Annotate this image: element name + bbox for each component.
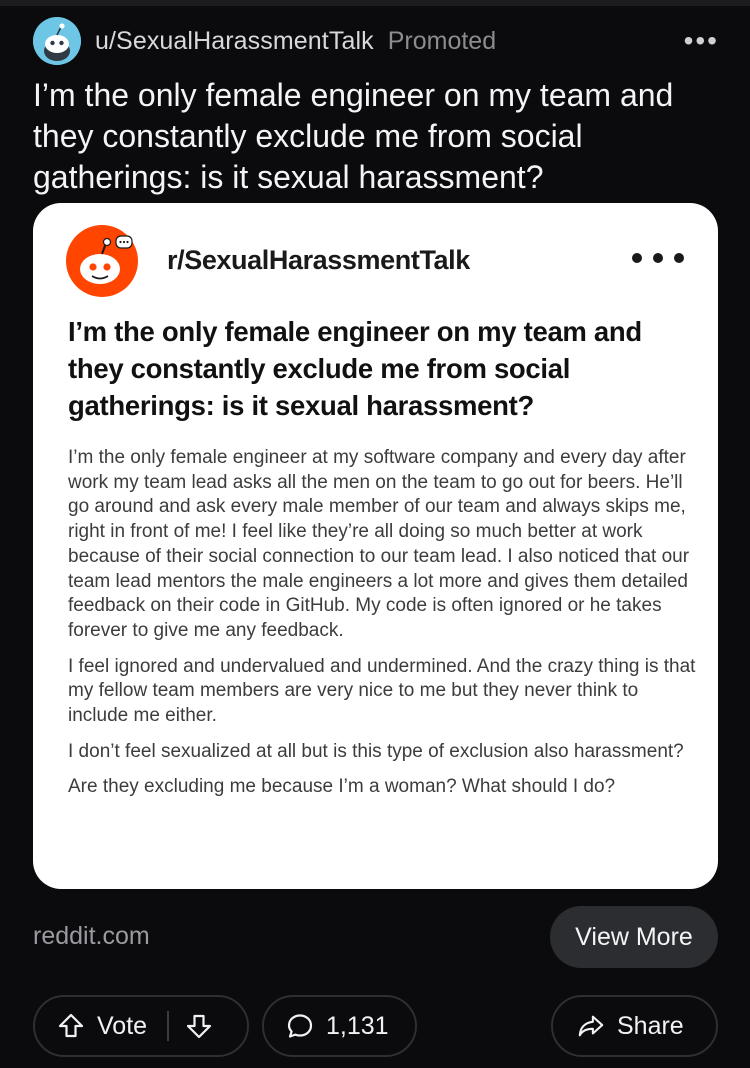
card-paragraph: I feel ignored and undervalued and under… — [68, 655, 696, 727]
card-paragraph: I’m the only female engineer at my softw… — [68, 447, 690, 641]
comment-count: 1,131 — [326, 1011, 389, 1040]
subreddit-name: r/SexualHarassmentTalk — [167, 245, 470, 275]
link-domain[interactable]: reddit.com — [33, 922, 150, 951]
post-header: u/SexualHarassmentTalk Promoted ••• — [33, 17, 723, 65]
vote-divider — [167, 1011, 170, 1041]
more-options-icon[interactable]: ••• — [684, 27, 719, 55]
promoted-label: Promoted — [387, 26, 497, 55]
vote-control: Vote — [33, 995, 249, 1057]
post-image-card[interactable]: r/SexualHarassmentTalk I’m the only fema… — [33, 203, 718, 889]
arrow-down-icon[interactable] — [185, 1012, 213, 1040]
author-handle[interactable]: u/SexualHarassmentTalk — [95, 27, 374, 56]
share-arrow-icon — [577, 1012, 605, 1040]
comments-button[interactable]: 1,131 — [262, 995, 417, 1057]
card-body: I’m the only female engineer at my softw… — [68, 446, 698, 811]
view-more-button[interactable]: View More — [550, 906, 718, 968]
card-paragraph: I don’t feel sexualized at all but is th… — [68, 740, 684, 762]
card-paragraph: Are they excluding me because I’m a woma… — [68, 776, 616, 798]
card-title: I’m the only female engineer on my team … — [68, 316, 642, 421]
subreddit-avatar-icon — [66, 225, 138, 297]
arrow-up-icon[interactable] — [57, 1012, 85, 1040]
share-label: Share — [617, 1011, 684, 1040]
post-title[interactable]: I’m the only female engineer on my team … — [33, 75, 733, 198]
card-more-options-icon — [632, 253, 684, 263]
share-button[interactable]: Share — [551, 995, 718, 1057]
author-avatar-icon[interactable] — [33, 17, 81, 65]
vote-label: Vote — [97, 1011, 148, 1040]
top-divider — [0, 0, 750, 6]
speech-bubble-icon — [286, 1012, 314, 1040]
